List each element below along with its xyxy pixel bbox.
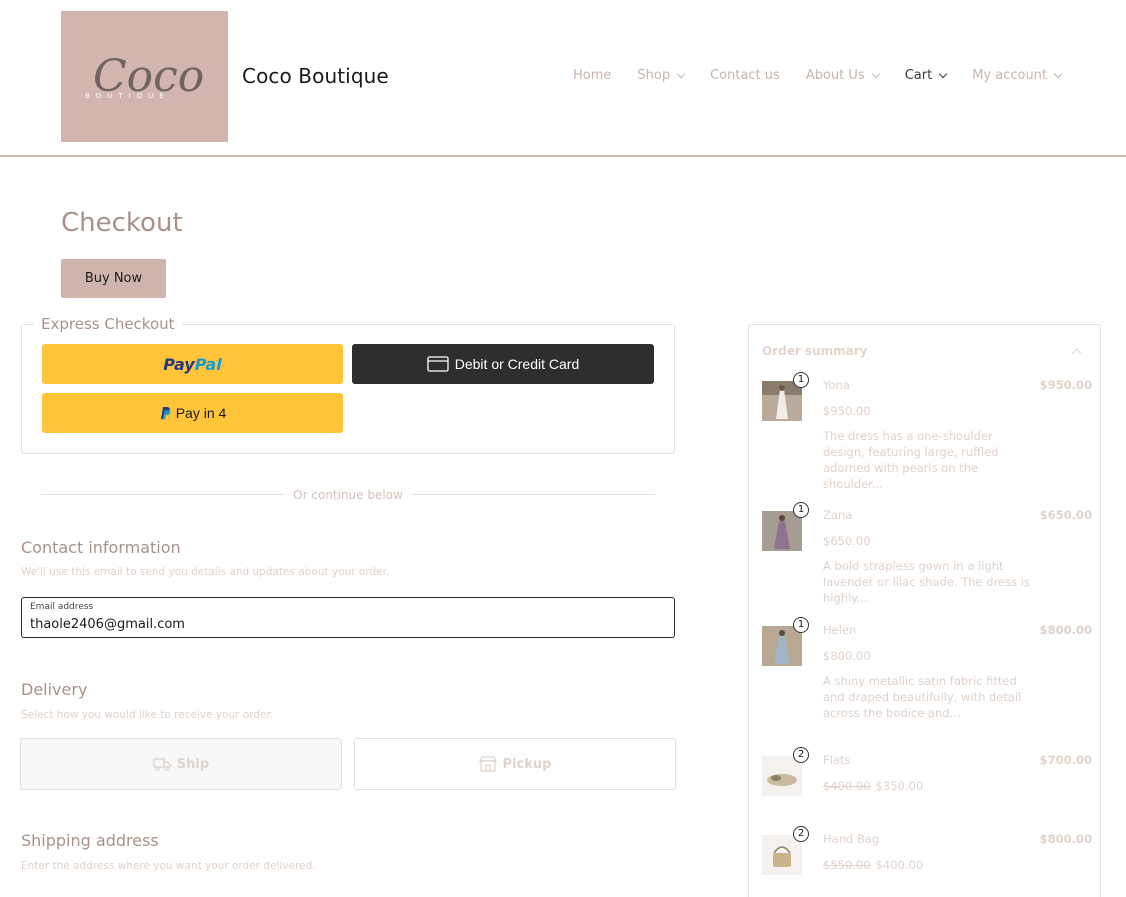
email-input[interactable] (30, 617, 660, 632)
email-label: Email address (30, 602, 94, 612)
debit-credit-card-label: Debit or Credit Card (454, 356, 580, 372)
nav-shop[interactable]: Shop (637, 68, 686, 83)
paypal-button[interactable]: PayPal (42, 344, 343, 384)
order-summary-title: Order summary (762, 344, 868, 358)
chevron-down-icon (938, 69, 948, 78)
product-thumbnail (762, 511, 802, 551)
pickup-label: Pickup (502, 756, 552, 772)
product-thumbnail (762, 381, 802, 421)
item-unit-price: $800.00 (823, 649, 871, 663)
contact-description: We'll use this email to send you details… (21, 566, 390, 578)
item-description: A bold strapless gown in a light lavende… (823, 559, 1030, 605)
nav-home-label: Home (573, 68, 612, 83)
chevron-down-icon (676, 69, 686, 78)
pay-in-4-button[interactable]: Pay in 4 (42, 393, 343, 433)
item-description: A shiny metallic satin fabric fitted and… (823, 674, 1022, 720)
email-field[interactable]: Email address (21, 597, 675, 638)
product-thumbnail (762, 626, 802, 666)
item-name: Yona (823, 378, 850, 392)
debit-credit-card-button[interactable]: Debit or Credit Card (352, 344, 654, 384)
nav-shop-label: Shop (637, 68, 671, 83)
quantity-badge: 1 (793, 617, 809, 633)
nav-contact[interactable]: Contact us (710, 68, 780, 83)
item-name: Flats (823, 753, 851, 767)
paypal-logo: PayPal (163, 355, 221, 374)
item-price: $800.00 (823, 649, 871, 663)
quantity-badge: 1 (793, 502, 809, 518)
credit-card-icon (427, 356, 449, 372)
buy-now-button[interactable]: Buy Now (61, 259, 166, 298)
item-total: $650.00 (1039, 508, 1092, 522)
nav-account[interactable]: My account (972, 68, 1063, 83)
item-unit-price: $350.00 (875, 779, 924, 793)
product-thumbnail (762, 835, 802, 875)
svg-text:BOUTIQUE: BOUTIQUE (85, 92, 170, 100)
item-old-price: $550.00 (823, 858, 871, 872)
main-nav: Home Shop Contact us About Us Cart My ac… (573, 68, 1087, 83)
nav-contact-label: Contact us (710, 68, 780, 83)
store-icon (478, 756, 497, 772)
nav-home[interactable]: Home (573, 68, 611, 83)
or-continue-divider: Or continue below (41, 488, 655, 502)
paypal-logo-pay: Pay (163, 354, 195, 374)
page-title: Checkout (61, 208, 183, 238)
item-old-price: $400.00 (823, 779, 871, 793)
contact-title: Contact information (21, 538, 181, 557)
express-checkout-title: Express Checkout (34, 315, 182, 333)
chevron-up-icon[interactable] (1071, 348, 1082, 359)
chevron-down-icon (871, 69, 880, 78)
item-total: $950.00 (1039, 378, 1092, 392)
item-name: Helen (823, 623, 857, 637)
item-total: $800.00 (1039, 832, 1092, 846)
nav-cart-label: Cart (904, 68, 933, 83)
item-unit-price: $650.00 (823, 534, 871, 548)
item-unit-price: $950.00 (823, 404, 871, 418)
ship-label: Ship (176, 756, 210, 772)
shipping-description: Enter the address where you want your or… (21, 860, 316, 872)
nav-account-label: My account (972, 68, 1048, 83)
item-price: $550.00 $400.00 (823, 858, 923, 872)
shipping-title: Shipping address (21, 831, 159, 850)
item-total: $800.00 (1039, 623, 1092, 637)
paypal-logo-pal: Pal (194, 354, 222, 374)
quantity-badge: 2 (793, 826, 809, 842)
site-logo[interactable]: Coco BOUTIQUE (61, 11, 228, 142)
order-summary: Order summary 1 Yona $950.00 $950.00 The… (748, 324, 1101, 897)
item-price: $400.00 $350.00 (823, 779, 923, 793)
ship-option[interactable]: Ship (20, 738, 342, 790)
product-thumbnail (762, 756, 802, 796)
item-description: The dress has a one-shoulder design, fea… (823, 429, 999, 491)
item-price: $650.00 (823, 534, 871, 548)
or-continue-text: Or continue below (293, 488, 403, 502)
delivery-title: Delivery (21, 680, 88, 699)
paypal-p-icon (160, 407, 171, 420)
item-unit-price: $400.00 (875, 858, 924, 872)
truck-icon (153, 758, 171, 771)
site-header: Coco BOUTIQUE Coco Boutique Home Shop Co… (0, 0, 1126, 157)
nav-cart[interactable]: Cart (904, 68, 948, 83)
chevron-down-icon (1053, 69, 1063, 78)
nav-about[interactable]: About Us (805, 68, 880, 83)
quantity-badge: 2 (793, 747, 809, 763)
site-title[interactable]: Coco Boutique (242, 64, 389, 88)
item-total: $700.00 (1039, 753, 1092, 767)
item-price: $950.00 (823, 404, 871, 418)
delivery-description: Select how you would like to receive you… (21, 709, 274, 721)
item-name: Hand Bag (823, 832, 880, 846)
pay-in-4-content: Pay in 4 (159, 405, 227, 421)
quantity-badge: 1 (793, 372, 809, 388)
item-name: Zana (823, 508, 853, 522)
pay-in-4-label: Pay in 4 (175, 405, 227, 421)
nav-about-label: About Us (805, 68, 865, 83)
express-checkout: Express Checkout PayPal Debit or Credit … (21, 315, 675, 454)
pickup-option[interactable]: Pickup (354, 738, 676, 790)
